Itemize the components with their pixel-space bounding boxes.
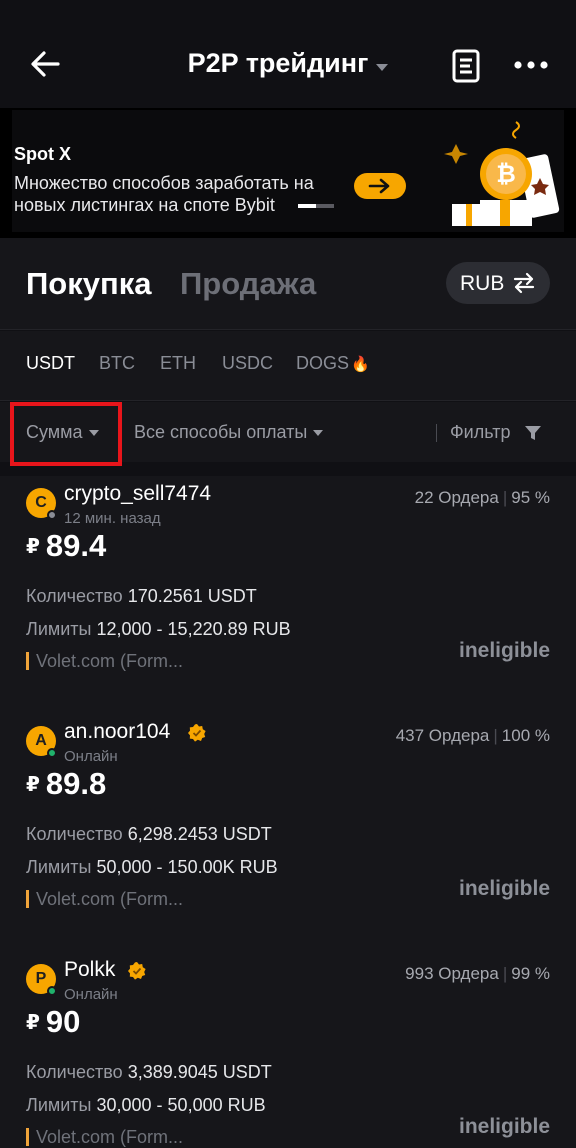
page-title: P2P трейдинг [187, 48, 369, 78]
fiat-currency-label: RUB [460, 272, 505, 295]
merchant-name[interactable]: Polkk [64, 958, 115, 982]
merchant-status: Онлайн [64, 748, 118, 765]
payment-color-bar [26, 890, 29, 908]
payment-method: Volet.com (Form... [36, 1127, 184, 1147]
quantity-row: Количество 170.2561 USDT [26, 586, 257, 607]
payment-color-bar [26, 652, 29, 670]
amount-filter-label: Сумма [26, 422, 83, 442]
limits-row: Лимиты 50,000 - 150.00K RUB [26, 857, 278, 878]
crypto-tabs: USDT BTC ETH USDC DOGS 🔥 [0, 331, 576, 401]
limits-value: 50,000 - 150.00K RUB [96, 857, 278, 877]
tab-btc[interactable]: BTC [99, 353, 135, 374]
chevron-down-icon [376, 64, 389, 72]
offer-price: ₽89.4 [26, 528, 106, 564]
limits-value: 12,000 - 15,220.89 RUB [96, 619, 291, 639]
page-title-dropdown[interactable]: P2P трейдинг [0, 48, 576, 79]
quantity-value: 170.2561 USDT [127, 586, 257, 606]
limits-label: Лимиты [26, 619, 92, 639]
bitcoin-gift-illustration-icon: ₿ [444, 121, 560, 226]
orders-document-icon[interactable] [448, 48, 484, 84]
payment-method: Volet.com (Form... [36, 889, 184, 909]
filter-bar: Сумма Все способы оплаты Фильтр [0, 402, 576, 466]
merchant-stats: 993 Ордера | 99 % [405, 964, 550, 983]
order-count: 437 Ордера [395, 726, 490, 745]
tab-eth[interactable]: ETH [160, 353, 196, 374]
amount-filter[interactable]: Сумма [26, 422, 99, 443]
quantity-label: Количество [26, 824, 123, 844]
fiat-currency-button[interactable]: RUB [446, 262, 550, 304]
quantity-row: Количество 3,389.9045 USDT [26, 1062, 272, 1083]
order-count: 993 Ордера [405, 964, 499, 983]
offer-card[interactable]: C crypto_sell7474 12 мин. назад 22 Ордер… [0, 476, 576, 714]
tab-buy[interactable]: Покупка [26, 266, 151, 302]
order-count: 22 Ордера [414, 488, 499, 507]
payment-method-filter[interactable]: Все способы оплаты [134, 422, 324, 443]
chevron-down-icon [88, 430, 99, 437]
tab-dogs-label: DOGS [296, 353, 350, 373]
merchant-name[interactable]: an.noor104 [64, 720, 170, 744]
quantity-label: Количество [26, 1062, 123, 1082]
top-bar: P2P трейдинг [0, 0, 576, 108]
filter-button[interactable]: Фильтр [450, 422, 510, 443]
arrow-right-icon [368, 178, 390, 194]
merchant-name[interactable]: crypto_sell7474 [64, 482, 211, 506]
more-options-icon[interactable] [512, 54, 550, 76]
payment-method: Volet.com (Form... [36, 651, 184, 671]
status-dot [47, 510, 57, 520]
ineligible-status: ineligible [458, 639, 550, 662]
swap-icon [513, 272, 535, 294]
limits-label: Лимиты [26, 857, 92, 877]
ineligible-status: ineligible [458, 1115, 550, 1138]
completion-rate: 99 % [511, 964, 550, 983]
offer-price: ₽90 [26, 1004, 80, 1040]
chevron-down-icon [313, 430, 324, 437]
svg-text:₿: ₿ [496, 160, 516, 188]
limits-row: Лимиты 30,000 - 50,000 RUB [26, 1095, 266, 1116]
price-value: 89.8 [45, 766, 107, 801]
ineligible-status: ineligible [458, 877, 550, 900]
merchant-status: 12 мин. назад [64, 510, 161, 527]
limits-row: Лимиты 12,000 - 15,220.89 RUB [26, 619, 291, 640]
banner-title: Spot X [14, 144, 71, 164]
tab-usdc[interactable]: USDC [222, 353, 273, 374]
quantity-label: Количество [26, 586, 123, 606]
ruble-sign: ₽ [26, 1012, 40, 1034]
verified-badge-icon [128, 962, 146, 980]
status-dot [47, 748, 57, 758]
merchant-status: Онлайн [64, 986, 118, 1003]
price-value: 90 [45, 1004, 81, 1039]
quantity-row: Количество 6,298.2453 USDT [26, 824, 272, 845]
ruble-sign: ₽ [26, 774, 40, 796]
offer-card[interactable]: P Polkk Онлайн 993 Ордера | 99 % ₽90 Колич… [0, 952, 576, 1148]
quantity-value: 6,298.2453 USDT [127, 824, 272, 844]
status-dot [47, 986, 57, 996]
offer-card[interactable]: A an.noor104 Онлайн 437 Ордера | 100 % ₽89… [0, 714, 576, 952]
limits-label: Лимиты [26, 1095, 92, 1115]
tab-sell[interactable]: Продажа [180, 266, 316, 302]
merchant-stats: 437 Ордера | 100 % [395, 726, 550, 745]
limits-value: 30,000 - 50,000 RUB [96, 1095, 266, 1115]
divider [436, 424, 437, 442]
banner-progress-indicator [298, 204, 334, 208]
banner-text: Множество способов заработать на новых л… [14, 173, 314, 215]
offer-price: ₽89.8 [26, 766, 106, 802]
tab-dogs[interactable]: DOGS 🔥 [296, 353, 370, 374]
banner-card[interactable]: Spot X Множество способов заработать на … [12, 110, 564, 232]
merchant-stats: 22 Ордера | 95 % [414, 488, 550, 507]
completion-rate: 100 % [501, 726, 550, 745]
price-value: 89.4 [45, 528, 107, 563]
payment-color-bar [26, 1128, 29, 1146]
funnel-icon[interactable] [524, 424, 542, 442]
ruble-sign: ₽ [26, 536, 40, 558]
tab-usdt[interactable]: USDT [26, 353, 75, 374]
promo-banner[interactable]: Spot X Множество способов заработать на … [0, 108, 576, 238]
banner-arrow-button[interactable] [354, 173, 406, 199]
verified-badge-icon [188, 724, 206, 742]
fire-icon: 🔥 [351, 356, 370, 373]
payment-filter-label: Все способы оплаты [134, 422, 308, 442]
completion-rate: 95 % [511, 488, 550, 507]
trade-tabs: Покупка Продажа RUB [0, 238, 576, 330]
quantity-value: 3,389.9045 USDT [127, 1062, 272, 1082]
